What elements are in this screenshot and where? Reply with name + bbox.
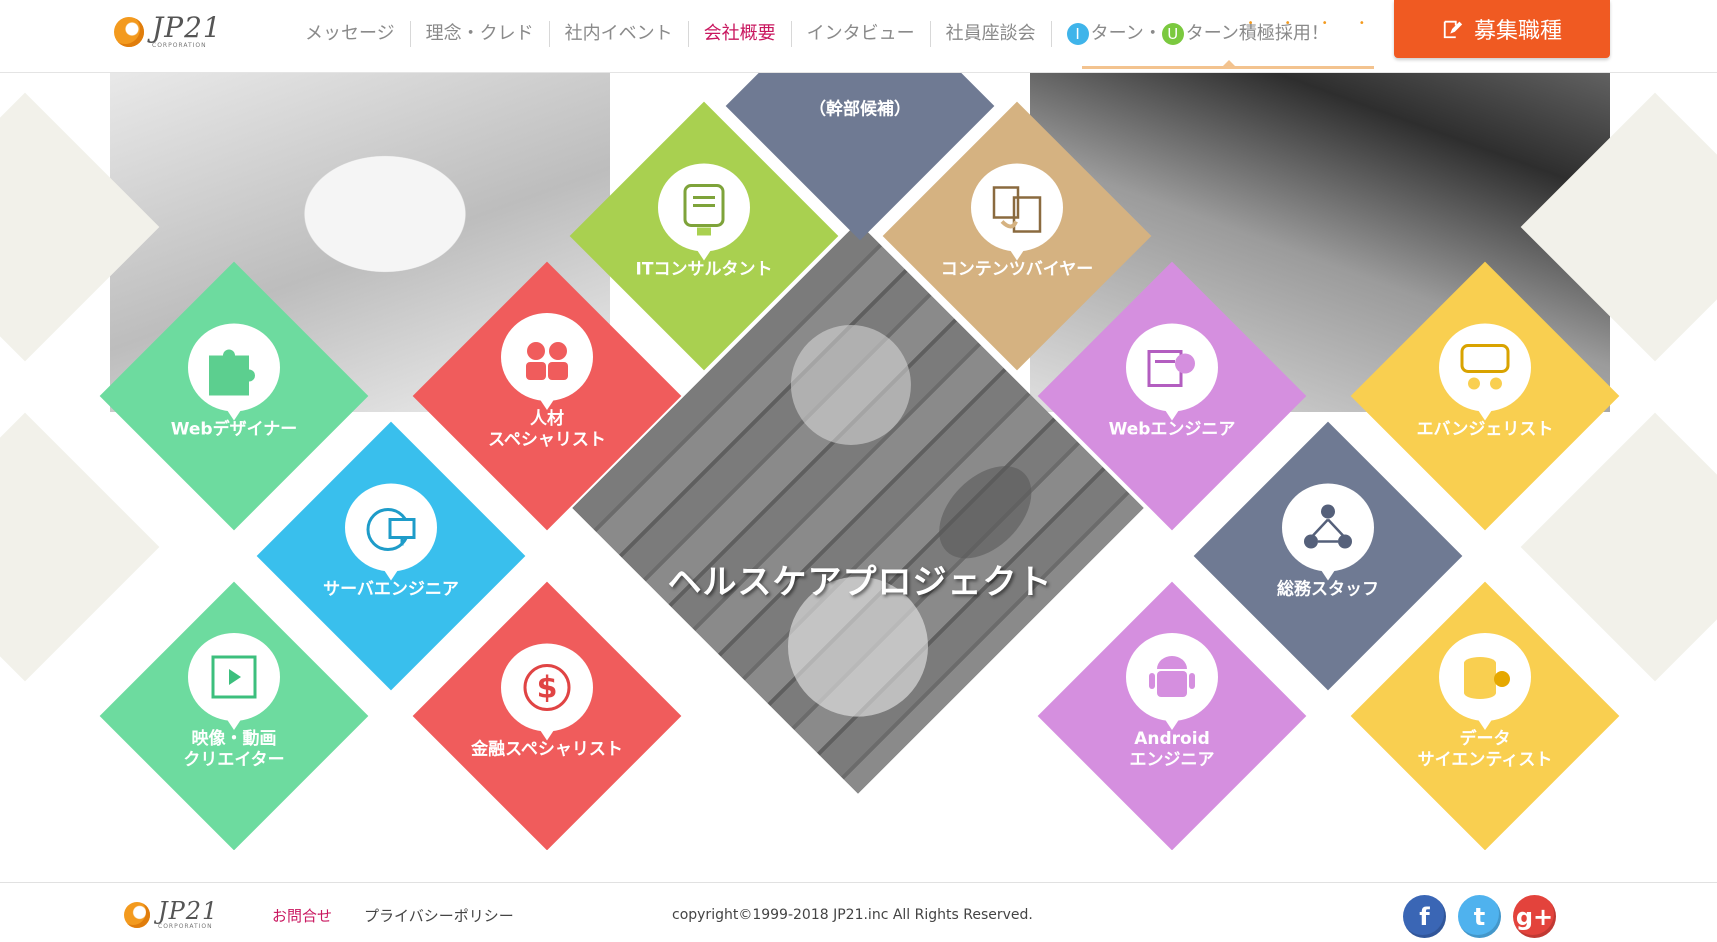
nav-item-interview[interactable]: インタビュー (792, 21, 931, 47)
nav-item-roundtable[interactable]: 社員座談会 (931, 21, 1052, 47)
facebook-icon[interactable]: f (1403, 895, 1446, 938)
nav-item-philosophy[interactable]: 理念・クレド (411, 21, 550, 47)
contact-link[interactable]: お問合せ (272, 905, 332, 926)
logo-text: JP21 (152, 11, 222, 44)
recruit-jobs-button[interactable]: 募集職種 (1394, 0, 1610, 58)
healthcare-project-label: ヘルスケアプロジェクト (667, 562, 1053, 603)
footer-logo-text: JP21 (158, 897, 219, 925)
recruit-button-label: 募集職種 (1473, 19, 1562, 44)
main-nav: メッセージ 理念・クレド 社内イベント 会社概要 インタビュー 社員座談会 Iタ… (290, 18, 1365, 50)
u-turn-badge: U (1161, 23, 1184, 45)
privacy-link[interactable]: プライバシーポリシー (364, 905, 514, 926)
iu-prefix: ターン・ (1090, 23, 1162, 44)
footer-logo[interactable]: JP21 CORPORATION (124, 899, 218, 930)
logo-mark-icon (114, 16, 144, 47)
footer-logo-subtext: CORPORATION (158, 923, 213, 930)
site-footer: JP21 CORPORATION お問合せ プライバシーポリシー copyrig… (0, 882, 1717, 942)
nav-item-iu-turn[interactable]: I ターン・ U ターン積極採用！ • • • • (1052, 18, 1365, 47)
edit-document-icon (1443, 20, 1463, 39)
twitter-icon[interactable]: t (1458, 895, 1501, 938)
google-plus-icon[interactable]: g+ (1513, 895, 1556, 938)
bg-diamond (0, 412, 160, 682)
emphasis-dots: • • • • (1247, 18, 1379, 29)
footer-logo-mark-icon (124, 901, 150, 928)
copyright-text: copyright©1999-2018 JP21.inc All Rights … (672, 907, 1033, 923)
job-category-grid: Webデザイナー 人材 スペシャリスト ITコンサルタント （幹部候補） コンテンツバイ… (0, 72, 1717, 850)
site-logo[interactable]: JP21 CORPORATION (114, 14, 222, 49)
nav-item-message[interactable]: メッセージ (290, 21, 411, 47)
i-turn-badge: I (1066, 23, 1089, 45)
nav-item-company[interactable]: 会社概要 (689, 21, 792, 47)
nav-item-events[interactable]: 社内イベント (550, 21, 689, 47)
nav-caret-icon (1222, 60, 1236, 67)
site-header: JP21 CORPORATION メッセージ 理念・クレド 社内イベント 会社概… (0, 0, 1717, 73)
